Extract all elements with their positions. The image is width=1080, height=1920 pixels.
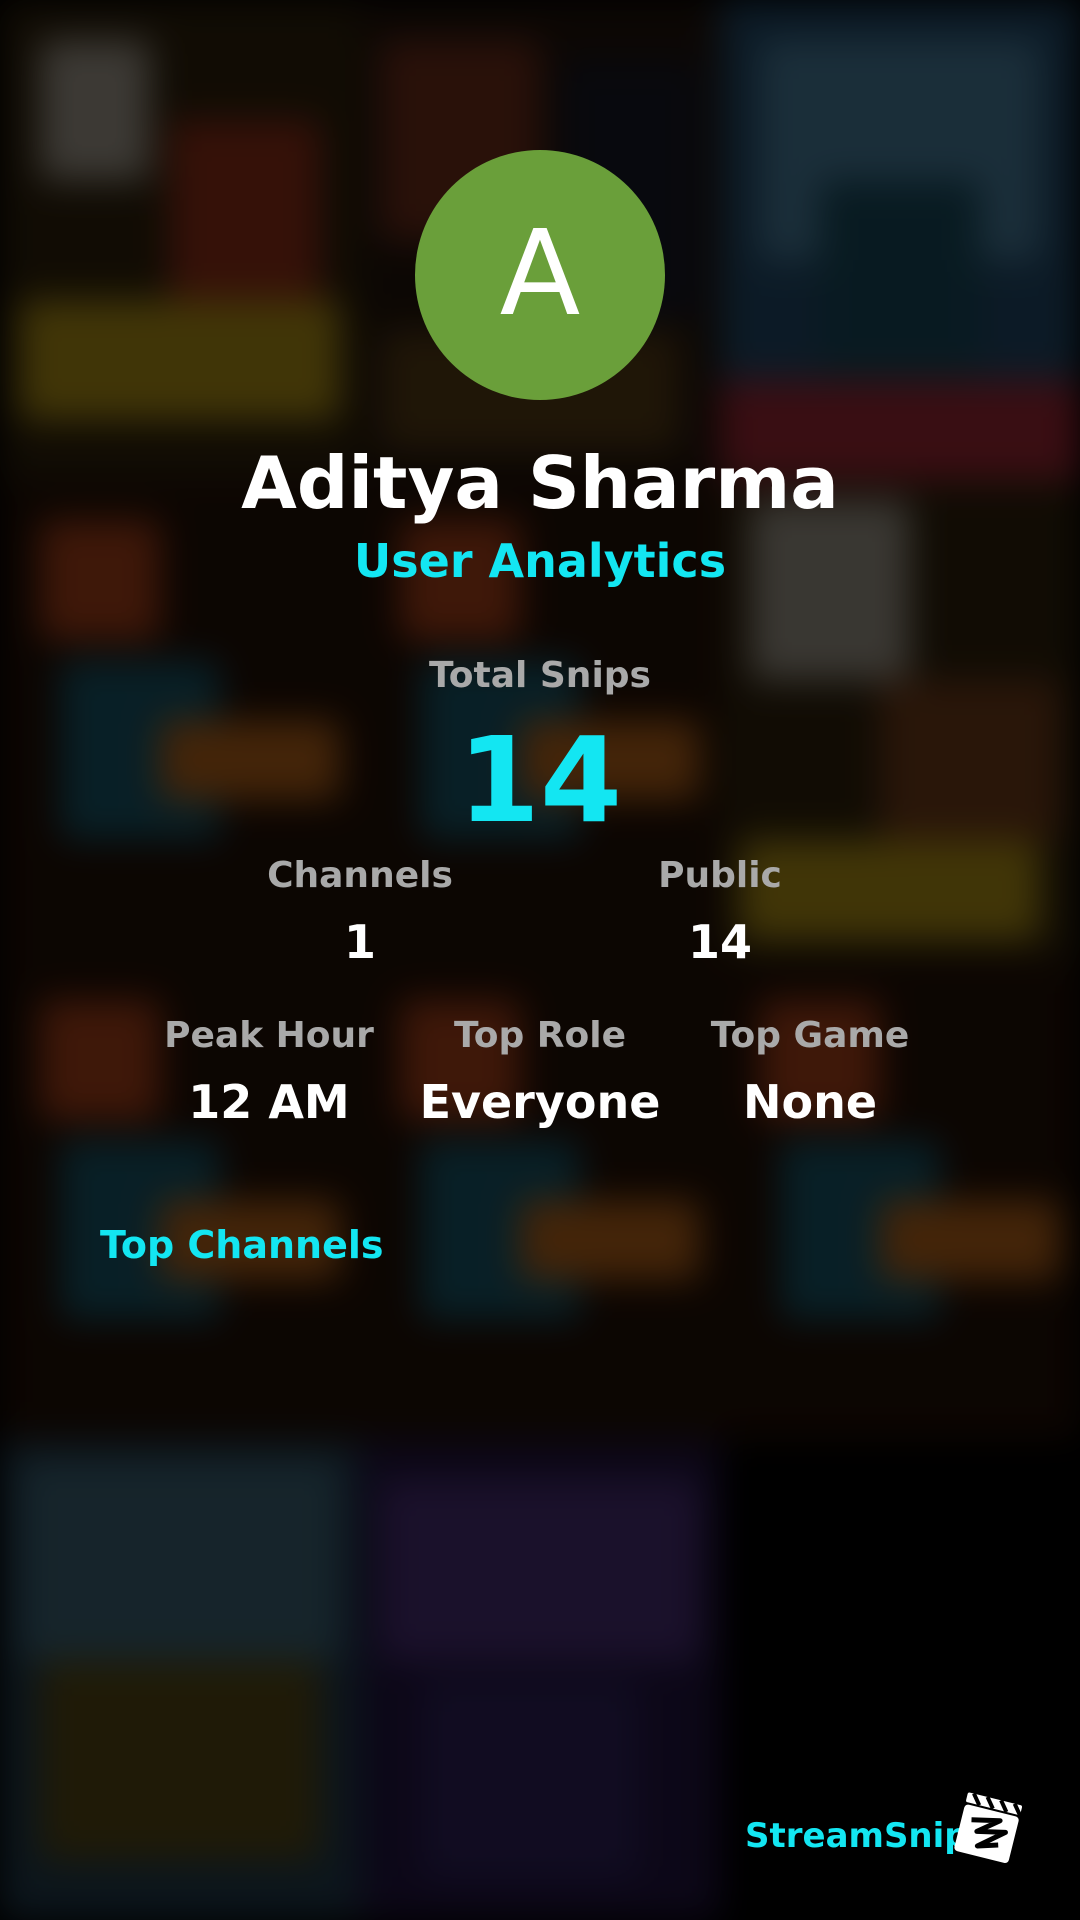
- avatar-initial: A: [499, 204, 581, 342]
- top-role-label: Top Role: [453, 1015, 627, 1056]
- stat-channels: Channels 1: [210, 852, 510, 972]
- page-subtitle: User Analytics: [353, 534, 727, 588]
- stat-peak-hour: Peak Hour 12 AM: [119, 1012, 419, 1132]
- stat-top-role: Top Role Everyone: [390, 1012, 690, 1132]
- top-game-value: None: [742, 1075, 878, 1129]
- channels-value: 1: [343, 915, 376, 969]
- brand-name: StreamSnip: [745, 1816, 969, 1856]
- clapperboard-icon: [954, 1792, 1023, 1864]
- total-snips-value: 14: [457, 711, 623, 849]
- public-value: 14: [687, 915, 752, 969]
- total-snips-label: Total Snips: [429, 655, 651, 696]
- peak-hour-value: 12 AM: [188, 1075, 350, 1129]
- top-game-label: Top Game: [710, 1015, 910, 1056]
- channels-label: Channels: [267, 855, 453, 896]
- stat-top-game: Top Game None: [660, 1012, 960, 1132]
- top-role-value: Everyone: [419, 1075, 661, 1129]
- analytics-card: A Aditya Sharma User Analytics Total Sni…: [0, 0, 1080, 1920]
- public-label: Public: [658, 855, 782, 896]
- stat-public: Public 14: [570, 852, 870, 972]
- user-name: Aditya Sharma: [241, 441, 839, 525]
- peak-hour-label: Peak Hour: [164, 1015, 374, 1056]
- avatar: A: [415, 150, 665, 400]
- top-channels-heading: Top Channels: [100, 1223, 384, 1267]
